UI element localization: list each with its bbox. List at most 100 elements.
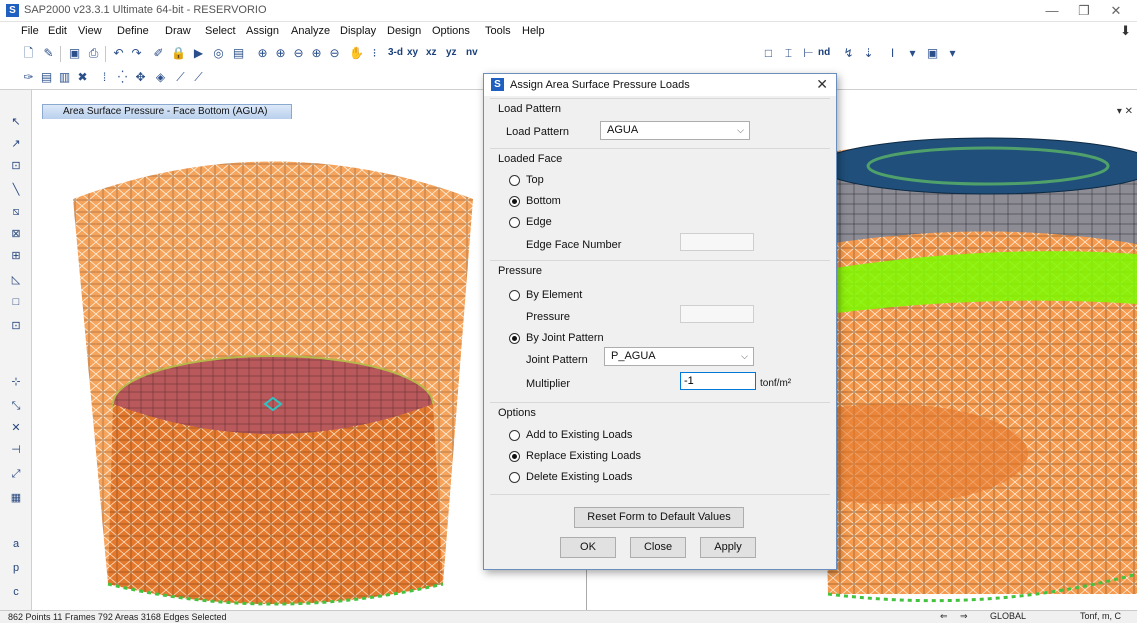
radio-add-existing[interactable]	[509, 430, 520, 441]
dialog-close-icon[interactable]: ✕	[816, 76, 828, 93]
next-arrow-icon[interactable]: ⇒	[960, 611, 968, 622]
box-icon[interactable]: ▣	[924, 45, 941, 62]
left-view-tab[interactable]: Area Surface Pressure - Face Bottom (AGU…	[42, 104, 292, 119]
radio-bottom[interactable]	[509, 196, 520, 207]
view-3d-button[interactable]: 3-d	[388, 47, 403, 58]
print-icon[interactable]: ⎙	[85, 45, 102, 62]
menu-analyze[interactable]: Analyze	[291, 25, 330, 37]
draw-rect-area-icon[interactable]: □	[8, 294, 24, 310]
assign-icon[interactable]: ↯	[840, 45, 857, 62]
pressure-field[interactable]	[680, 305, 754, 323]
menu-edit[interactable]: Edit	[48, 25, 67, 37]
move-icon[interactable]: ✥	[132, 69, 149, 86]
display-icon[interactable]: ▤	[230, 45, 247, 62]
dropdown-icon[interactable]: ▾	[904, 45, 921, 62]
select-pointer-icon[interactable]: ↖	[8, 114, 24, 130]
draw-frame-tool-icon[interactable]: ⧅	[8, 204, 24, 220]
zoom-previous-icon[interactable]: ⊖	[326, 45, 343, 62]
draw-brace-icon[interactable]: ⊠	[8, 226, 24, 242]
clr-icon[interactable]: c	[8, 584, 24, 600]
maximize-button[interactable]: ❐	[1069, 2, 1099, 20]
snap-icon[interactable]: ⁛	[114, 69, 131, 86]
select-box-icon[interactable]: □	[760, 45, 777, 62]
close-window-button[interactable]: ✕	[1101, 2, 1131, 20]
menu-assign[interactable]: Assign	[246, 25, 279, 37]
radio-by-element-label[interactable]: By Element	[526, 289, 582, 301]
radio-by-joint-pattern[interactable]	[509, 333, 520, 344]
radio-edge-label[interactable]: Edge	[526, 216, 552, 228]
run-analysis-icon[interactable]: ▶	[190, 45, 207, 62]
units-select[interactable]: Tonf, m, C	[1080, 611, 1121, 621]
coord-system-select[interactable]: GLOBAL	[990, 611, 1026, 621]
zoom-extents-icon[interactable]: ⊕	[308, 45, 325, 62]
draw-grid-icon[interactable]: ⊞	[8, 248, 24, 264]
reshape-icon[interactable]: ↗	[8, 136, 24, 152]
download-icon[interactable]: ⬇	[1120, 23, 1131, 39]
load-icon[interactable]: ⇣	[860, 45, 877, 62]
draw-line-icon[interactable]: ╲	[8, 182, 24, 198]
redo-icon[interactable]: ↷	[128, 45, 145, 62]
i-section-icon[interactable]: I	[884, 45, 901, 62]
new-model-icon[interactable]: 🗋	[20, 45, 37, 62]
dropdown-icon[interactable]: ▾	[944, 45, 961, 62]
menu-options[interactable]: Options	[432, 25, 470, 37]
copy-icon[interactable]: ▤	[38, 69, 55, 86]
draw-quad-icon[interactable]: ⊡	[8, 318, 24, 334]
view-xz-button[interactable]: xz	[426, 47, 437, 58]
right-view-controls[interactable]: ▾ ✕	[1117, 106, 1133, 117]
draw-point-icon[interactable]: ⊡	[8, 158, 24, 174]
nd-label[interactable]: nd	[818, 47, 830, 58]
radio-delete-existing-label[interactable]: Delete Existing Loads	[526, 471, 632, 483]
menu-tools[interactable]: Tools	[485, 25, 511, 37]
menu-display[interactable]: Display	[340, 25, 376, 37]
rotate-icon[interactable]: ⁝	[366, 45, 383, 62]
menu-select[interactable]: Select	[205, 25, 236, 37]
frame-icon[interactable]: ⌶	[780, 45, 797, 62]
draw-cable-icon[interactable]: ⟋	[190, 69, 207, 86]
zoom-out-icon[interactable]: ⊖	[290, 45, 307, 62]
menu-define[interactable]: Define	[117, 25, 149, 37]
edge-face-number-field[interactable]	[680, 233, 754, 251]
radio-edge[interactable]	[509, 217, 520, 228]
menu-view[interactable]: View	[78, 25, 102, 37]
refresh-icon[interactable]: ✐	[150, 45, 167, 62]
delete-icon[interactable]: ✖	[74, 69, 91, 86]
minimize-button[interactable]: —	[1037, 2, 1067, 20]
close-button[interactable]: Close	[630, 537, 686, 558]
save-icon[interactable]: ▣	[66, 45, 83, 62]
joint-pattern-select[interactable]: P_AGUA ⌵	[604, 347, 754, 366]
open-icon[interactable]: ✎	[40, 45, 57, 62]
radio-delete-existing[interactable]	[509, 472, 520, 483]
radio-bottom-label[interactable]: Bottom	[526, 195, 561, 207]
pan-icon[interactable]: ✋	[348, 45, 365, 62]
radio-by-joint-pattern-label[interactable]: By Joint Pattern	[526, 332, 604, 344]
load-pattern-select[interactable]: AGUA ⌵	[600, 121, 750, 140]
view-xy-button[interactable]: xy	[407, 47, 418, 58]
get-previous-icon[interactable]: ⤢	[8, 466, 24, 482]
replicate-icon[interactable]: ◈	[152, 69, 169, 86]
undo-icon[interactable]: ↶	[110, 45, 127, 62]
radio-top[interactable]	[509, 175, 520, 186]
all-icon[interactable]: a	[8, 536, 24, 552]
pointer-icon[interactable]: ✑	[20, 69, 37, 86]
prev-arrow-icon[interactable]: ⇐	[940, 611, 948, 622]
multiplier-field[interactable]: -1	[680, 372, 756, 390]
paste-icon[interactable]: ▥	[56, 69, 73, 86]
ps-icon[interactable]: p	[8, 560, 24, 576]
apply-button[interactable]: Apply	[700, 537, 756, 558]
zoom-window-icon[interactable]: ⊕	[254, 45, 271, 62]
draw-area-icon[interactable]: ◺	[8, 272, 24, 288]
draw-frame-icon[interactable]: ⟋	[172, 69, 189, 86]
select-previous-icon[interactable]: ⤡	[8, 398, 24, 414]
menu-design[interactable]: Design	[387, 25, 421, 37]
select-all-icon[interactable]: ⊹	[8, 374, 24, 390]
radio-top-label[interactable]: Top	[526, 174, 544, 186]
menu-file[interactable]: File	[21, 25, 39, 37]
zoom-in-icon[interactable]: ⊕	[272, 45, 289, 62]
menu-help[interactable]: Help	[522, 25, 545, 37]
grid-icon[interactable]: ⁞	[96, 69, 113, 86]
radio-replace-existing[interactable]	[509, 451, 520, 462]
view-nv-button[interactable]: nv	[466, 47, 478, 58]
intersect-icon[interactable]: ⊣	[8, 442, 24, 458]
deformed-shape-icon[interactable]: ◎	[210, 45, 227, 62]
